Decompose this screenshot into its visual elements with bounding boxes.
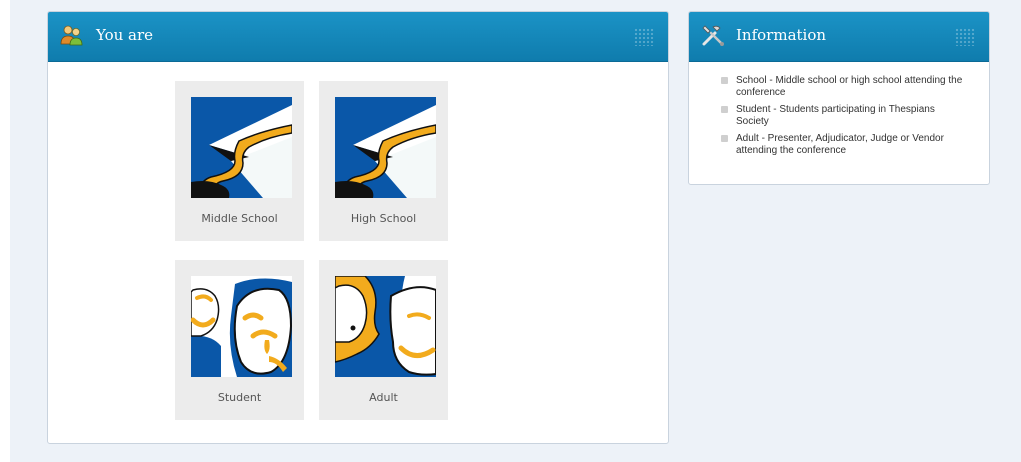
- theater-mask-profile-icon: [335, 276, 436, 377]
- information-text: School - Middle school or high school at…: [736, 75, 963, 98]
- you-are-panel: You are Middle School High School Studen…: [47, 11, 669, 444]
- option-label: Student: [217, 391, 262, 404]
- option-student[interactable]: Student: [175, 260, 304, 420]
- option-adult[interactable]: Adult: [319, 260, 448, 420]
- option-high-school[interactable]: High School: [319, 81, 448, 241]
- information-panel-header: Information: [689, 12, 989, 62]
- square-bullet-icon: [721, 106, 728, 113]
- panel-grip[interactable]: [634, 28, 654, 46]
- option-label: High School: [350, 212, 417, 225]
- graduation-cap-icon: [335, 97, 436, 198]
- theater-masks-icon: [191, 276, 292, 377]
- tools-icon: [702, 25, 724, 46]
- panel-grip[interactable]: [955, 28, 975, 46]
- you-are-panel-header: You are: [48, 12, 668, 62]
- information-title: Information: [736, 26, 827, 44]
- square-bullet-icon: [721, 135, 728, 142]
- graduation-cap-icon: [191, 97, 292, 198]
- you-are-title: You are: [96, 26, 154, 44]
- information-list: School - Middle school or high school at…: [719, 75, 969, 162]
- list-item: Student - Students participating in Thes…: [719, 104, 969, 128]
- list-item: School - Middle school or high school at…: [719, 75, 969, 99]
- square-bullet-icon: [721, 77, 728, 84]
- option-middle-school[interactable]: Middle School: [175, 81, 304, 241]
- information-panel: Information School - Middle school or hi…: [688, 11, 990, 185]
- information-text: Student - Students participating in Thes…: [736, 104, 935, 127]
- option-label: Middle School: [201, 212, 278, 225]
- list-item: Adult - Presenter, Adjudicator, Judge or…: [719, 133, 969, 157]
- option-label: Adult: [369, 391, 398, 404]
- users-icon: [60, 25, 83, 46]
- information-text: Adult - Presenter, Adjudicator, Judge or…: [736, 133, 944, 156]
